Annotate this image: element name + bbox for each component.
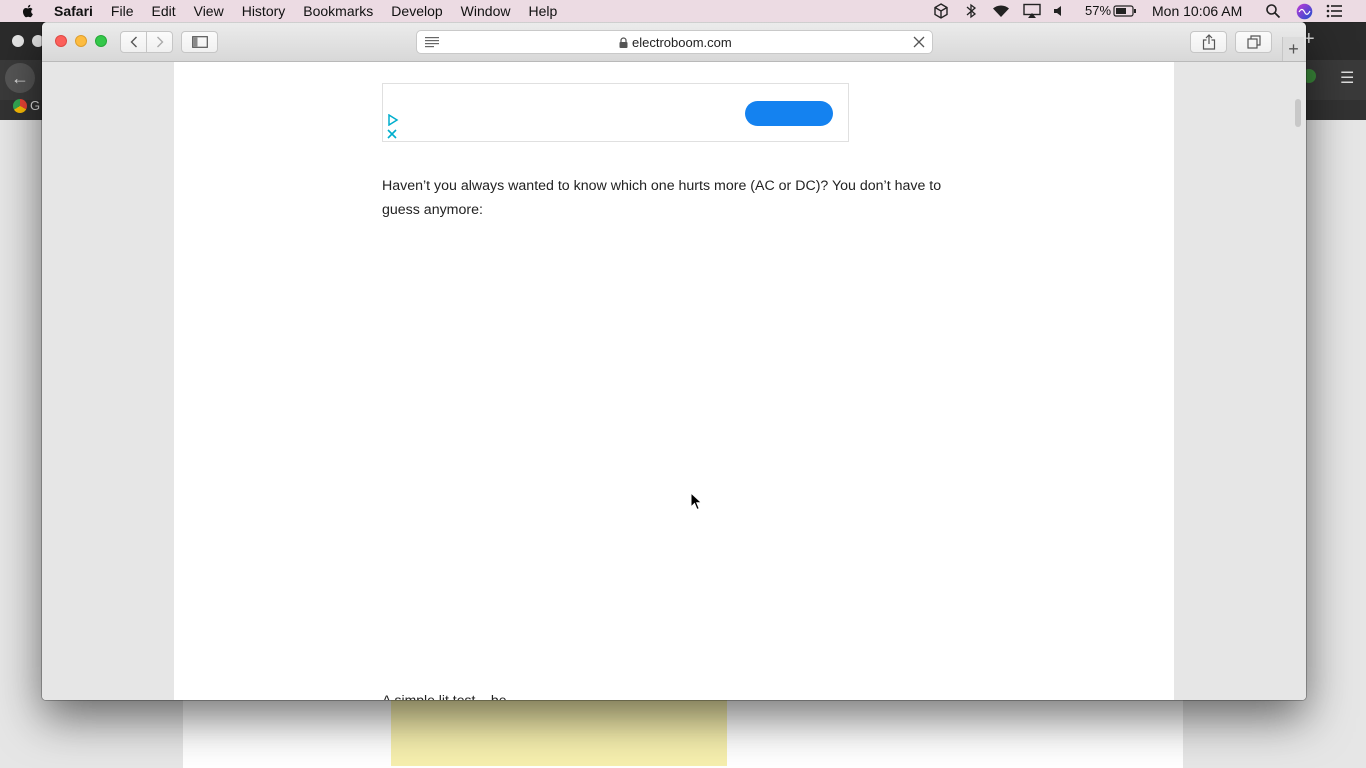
notification-center-icon[interactable] (1326, 4, 1342, 18)
safari-toolbar: electroboom.com + (42, 22, 1306, 62)
article-paragraph: Haven’t you always wanted to know which … (382, 178, 942, 218)
menu-file[interactable]: File (111, 0, 134, 22)
article-next-line-partial: A simple lit test... be (382, 692, 507, 700)
sidebar-icon (191, 36, 208, 48)
stop-loading-icon[interactable] (912, 35, 926, 49)
background-highlight (391, 700, 727, 766)
background-bookmark-label[interactable]: G (30, 98, 40, 113)
new-tab-button[interactable]: + (1282, 37, 1304, 61)
ad-cta-button[interactable] (745, 101, 833, 126)
share-button[interactable] (1190, 31, 1227, 53)
web-viewport[interactable]: Haven’t you always wanted to know which … (42, 62, 1306, 700)
article-column: Haven’t you always wanted to know which … (174, 62, 1174, 700)
tabs-overview-icon (1246, 35, 1261, 49)
siri-icon[interactable] (1296, 3, 1313, 20)
battery-icon[interactable] (1113, 4, 1137, 18)
url-text: electroboom.com (632, 35, 732, 50)
menu-view[interactable]: View (194, 0, 224, 22)
spotlight-icon[interactable] (1265, 3, 1281, 19)
chevron-left-icon (130, 36, 137, 48)
back-button[interactable] (120, 31, 147, 53)
menu-history[interactable]: History (242, 0, 286, 22)
menu-app-safari[interactable]: Safari (54, 0, 93, 22)
menu-help[interactable]: Help (528, 0, 557, 22)
address-bar[interactable]: electroboom.com (416, 30, 933, 54)
window-maximize-button[interactable] (95, 35, 107, 47)
background-bookmark-favicon-icon (13, 99, 27, 113)
menu-develop[interactable]: Develop (391, 0, 442, 22)
wifi-icon[interactable] (991, 3, 1011, 19)
window-minimize-button[interactable] (75, 35, 87, 47)
sidebar-button[interactable] (181, 31, 218, 53)
ad-close-icon[interactable] (387, 129, 397, 139)
scrollbar-thumb[interactable] (1295, 99, 1301, 127)
chevron-right-icon (156, 36, 163, 48)
adchoices-play-icon[interactable] (387, 114, 399, 126)
menu-edit[interactable]: Edit (151, 0, 175, 22)
forward-button[interactable] (146, 31, 173, 53)
menu-bar: Safari File Edit View History Bookmarks … (0, 0, 1366, 22)
lock-icon (619, 37, 628, 48)
bluetooth-icon[interactable] (964, 3, 978, 19)
share-icon (1202, 34, 1215, 50)
apple-icon[interactable] (20, 3, 36, 19)
show-all-tabs-button[interactable] (1235, 31, 1272, 53)
safari-window: electroboom.com + Haven’t you always wan… (42, 22, 1306, 700)
battery-percent: 57% (1085, 3, 1112, 18)
reader-view-icon[interactable] (425, 36, 439, 48)
menubar-clock[interactable]: Mon 10:06 AM (1152, 0, 1242, 22)
menu-window[interactable]: Window (461, 0, 511, 22)
background-menu-icon[interactable]: ☰ (1340, 68, 1354, 88)
volume-icon[interactable] (1052, 3, 1066, 19)
window-close-button[interactable] (55, 35, 67, 47)
menu-bookmarks[interactable]: Bookmarks (303, 0, 373, 22)
airplay-icon[interactable] (1023, 3, 1041, 19)
background-back-icon[interactable]: ← (5, 63, 35, 93)
dropbox-icon[interactable] (933, 3, 949, 19)
ad-banner[interactable] (382, 83, 849, 142)
mouse-cursor-icon (690, 492, 703, 511)
